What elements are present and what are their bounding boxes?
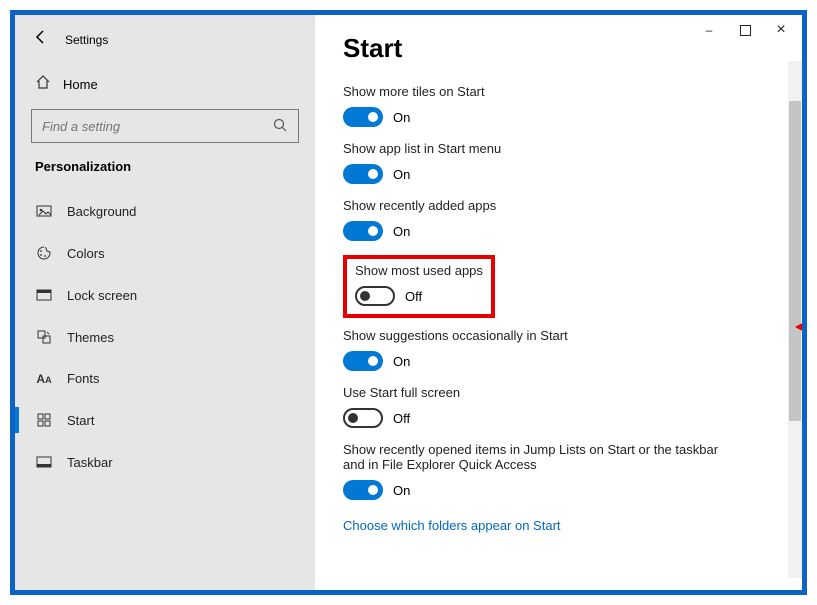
setting-show-suggestions: Show suggestions occasionally in Start O… (343, 328, 774, 371)
sidebar-item-background[interactable]: Background (15, 190, 315, 232)
toggle-state: On (393, 224, 410, 239)
nav-label: Fonts (67, 371, 100, 386)
scroll-thumb[interactable] (789, 101, 801, 421)
nav-label: Start (67, 413, 94, 428)
taskbar-icon (35, 454, 53, 470)
setting-show-more-tiles: Show more tiles on Start On (343, 84, 774, 127)
toggle[interactable] (343, 164, 383, 184)
main-panel: – × Start Show more tiles on Start On Sh… (315, 15, 802, 590)
page-title: Start (343, 33, 774, 64)
nav-label: Themes (67, 330, 114, 345)
toggle[interactable] (343, 107, 383, 127)
choose-folders-link[interactable]: Choose which folders appear on Start (343, 518, 561, 533)
sidebar-item-themes[interactable]: Themes (15, 316, 315, 358)
toggle[interactable] (343, 480, 383, 500)
toggle-state: On (393, 167, 410, 182)
toggle-state: On (393, 354, 410, 369)
setting-jump-lists: Show recently opened items in Jump Lists… (343, 442, 774, 500)
toggle-state: Off (393, 411, 410, 426)
setting-label: Show more tiles on Start (343, 84, 743, 99)
settings-window: Settings Home Personalization Background… (10, 10, 807, 595)
start-icon (35, 412, 53, 428)
nav-label: Taskbar (67, 455, 113, 470)
lockscreen-icon (35, 287, 53, 303)
nav-label: Lock screen (67, 288, 137, 303)
section-header: Personalization (15, 159, 315, 190)
highlight-box: Show most used apps Off (343, 255, 495, 318)
sidebar-item-taskbar[interactable]: Taskbar (15, 441, 315, 483)
back-button[interactable] (33, 29, 49, 50)
app-title: Settings (65, 33, 108, 47)
sidebar-item-colors[interactable]: Colors (15, 232, 315, 274)
nav-label: Colors (67, 246, 105, 261)
toggle[interactable] (343, 221, 383, 241)
setting-show-app-list: Show app list in Start menu On (343, 141, 774, 184)
toggle-state: Off (405, 289, 422, 304)
setting-show-recently-added: Show recently added apps On (343, 198, 774, 241)
image-icon (35, 203, 53, 219)
home-icon (35, 74, 51, 95)
search-input[interactable] (42, 119, 272, 134)
close-button[interactable]: × (774, 23, 788, 37)
search-icon (272, 117, 288, 136)
setting-label: Show recently added apps (343, 198, 743, 213)
palette-icon (35, 245, 53, 261)
setting-label: Show recently opened items in Jump Lists… (343, 442, 743, 472)
nav-label: Background (67, 204, 136, 219)
toggle-state: On (393, 110, 410, 125)
setting-full-screen: Use Start full screen Off (343, 385, 774, 428)
scrollbar[interactable] (788, 61, 802, 578)
search-box[interactable] (31, 109, 299, 143)
themes-icon (35, 329, 53, 345)
home-label: Home (63, 77, 98, 92)
setting-label: Show most used apps (355, 263, 483, 278)
toggle[interactable] (343, 408, 383, 428)
fonts-icon: AA (35, 372, 53, 386)
toggle[interactable] (343, 351, 383, 371)
sidebar-item-fonts[interactable]: AA Fonts (15, 358, 315, 399)
setting-label: Use Start full screen (343, 385, 743, 400)
titlebar: Settings (15, 23, 315, 64)
sidebar-item-start[interactable]: Start (15, 399, 315, 441)
setting-show-most-used: Show most used apps Off (355, 263, 483, 306)
nav-list: Background Colors Lock screen Themes AA … (15, 190, 315, 483)
content: Start Show more tiles on Start On Show a… (315, 15, 802, 535)
setting-label: Show app list in Start menu (343, 141, 743, 156)
minimize-button[interactable]: – (702, 23, 716, 37)
toggle-state: On (393, 483, 410, 498)
window-controls: – × (702, 23, 788, 37)
setting-label: Show suggestions occasionally in Start (343, 328, 743, 343)
toggle[interactable] (355, 286, 395, 306)
maximize-button[interactable] (738, 23, 752, 37)
sidebar: Settings Home Personalization Background… (15, 15, 315, 590)
sidebar-item-home[interactable]: Home (15, 64, 315, 109)
sidebar-item-lockscreen[interactable]: Lock screen (15, 274, 315, 316)
